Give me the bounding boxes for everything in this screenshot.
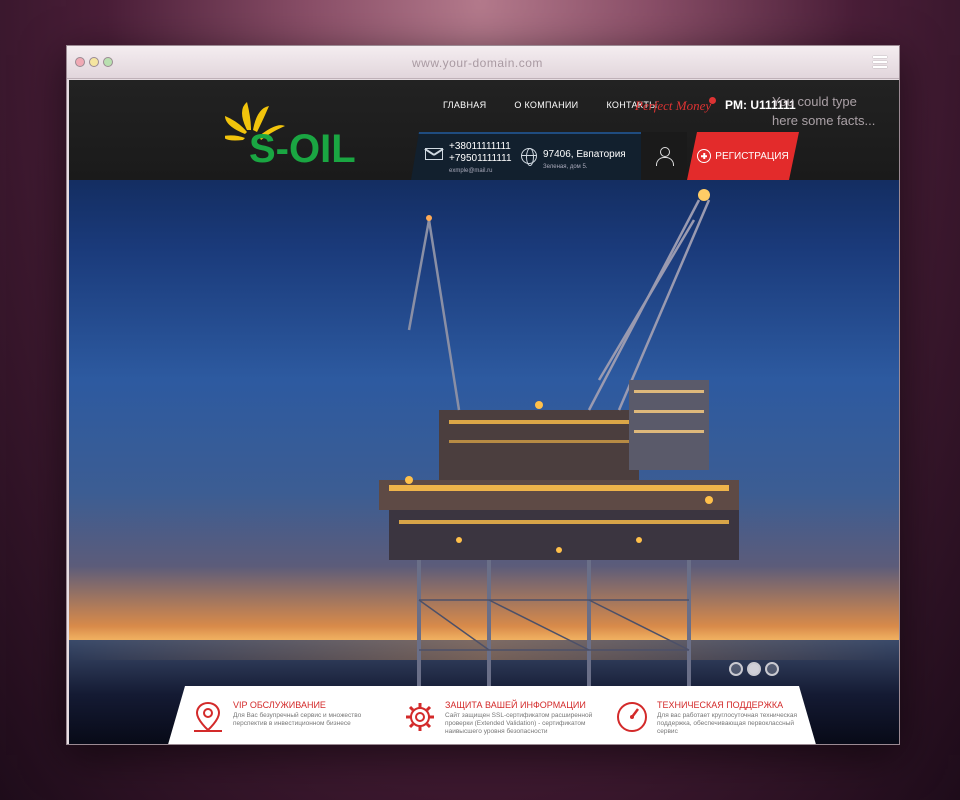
register-label: РЕГИСТРАЦИЯ	[715, 150, 789, 162]
gauge-icon	[615, 700, 649, 734]
overlay-line-2: here some facts...	[772, 113, 876, 128]
feature-security: ЗАЩИТА ВАШЕЙ ИНФОРМАЦИИ Сайт защищен SSL…	[389, 686, 599, 745]
gear-icon	[403, 700, 437, 734]
contact-address: 97406, Евпатория Зеленая, дом 5.	[543, 149, 626, 173]
contact-email[interactable]: exmple@mail.ru	[449, 165, 512, 177]
s-oil-logo[interactable]: S-OIL	[225, 100, 395, 178]
website-viewport: S-OIL ГЛАВНАЯ О КОМПАНИИ КОНТАКТЫ Perfec…	[69, 80, 899, 745]
feature-vip: VIP ОБСЛУЖИВАНИЕ Для Вас безупречный сер…	[177, 686, 387, 745]
mail-icon	[425, 148, 443, 160]
contact-phones: +38011111111 +79501111111 exmple@mail.ru	[449, 141, 512, 177]
plus-circle-icon	[697, 149, 711, 163]
slider-dot-2[interactable]	[747, 662, 761, 676]
hamburger-menu-icon[interactable]	[873, 56, 887, 68]
perfect-money-badge-icon	[709, 97, 716, 104]
feature-security-title: ЗАЩИТА ВАШЕЙ ИНФОРМАЦИИ	[445, 700, 586, 710]
register-button[interactable]: РЕГИСТРАЦИЯ	[687, 132, 799, 180]
logo-text: S-OIL	[249, 127, 356, 171]
globe-icon	[521, 148, 537, 166]
perfect-money-logo-text: Perfect Money	[635, 98, 712, 113]
feature-support-title: ТЕХНИЧЕСКАЯ ПОДДЕРЖКА	[657, 700, 784, 710]
close-dot-icon[interactable]	[75, 57, 85, 67]
feature-vip-title: VIP ОБСЛУЖИВАНИЕ	[233, 700, 326, 710]
address-bar[interactable]: www.your-domain.com	[412, 56, 543, 70]
feature-support-text: Для вас работает круглосуточная техничес…	[657, 712, 798, 735]
feature-support: ТЕХНИЧЕСКАЯ ПОДДЕРЖКА Для вас работает к…	[601, 686, 811, 745]
feature-security-text: Сайт защищен SSL-сертификатом расширенно…	[445, 712, 593, 735]
overlay-line-1: You could type	[772, 94, 857, 109]
features-strip: VIP ОБСЛУЖИВАНИЕ Для Вас безупречный сер…	[167, 686, 817, 745]
browser-chrome: www.your-domain.com	[67, 46, 899, 79]
phone-1[interactable]: +38011111111	[449, 141, 512, 153]
overlay-facts-text: You could type here some facts...	[772, 92, 875, 130]
phone-2[interactable]: +79501111111	[449, 153, 512, 165]
slider-dot-3[interactable]	[765, 662, 779, 676]
nav-item-home[interactable]: ГЛАВНАЯ	[443, 100, 486, 110]
address-main: 97406, Евпатория	[543, 149, 626, 160]
minimize-dot-icon[interactable]	[89, 57, 99, 67]
contact-bar: +38011111111 +79501111111 exmple@mail.ru…	[411, 132, 641, 180]
perfect-money-logo: Perfect Money	[635, 98, 711, 114]
window-controls	[75, 57, 113, 67]
login-button[interactable]	[641, 132, 687, 180]
slider-pagination	[729, 662, 779, 676]
user-icon	[656, 147, 674, 166]
oil-rig-illustration	[379, 189, 739, 700]
location-pin-icon	[191, 700, 225, 734]
slider-dot-1[interactable]	[729, 662, 743, 676]
maximize-dot-icon[interactable]	[103, 57, 113, 67]
browser-window: www.your-domain.com S-OIL ГЛАВНАЯ О КОМП…	[66, 45, 900, 745]
address-sub: Зеленая, дом 5.	[543, 164, 588, 170]
feature-vip-text: Для Вас безупречный сервис и множество п…	[233, 712, 362, 727]
nav-item-about[interactable]: О КОМПАНИИ	[514, 100, 578, 110]
